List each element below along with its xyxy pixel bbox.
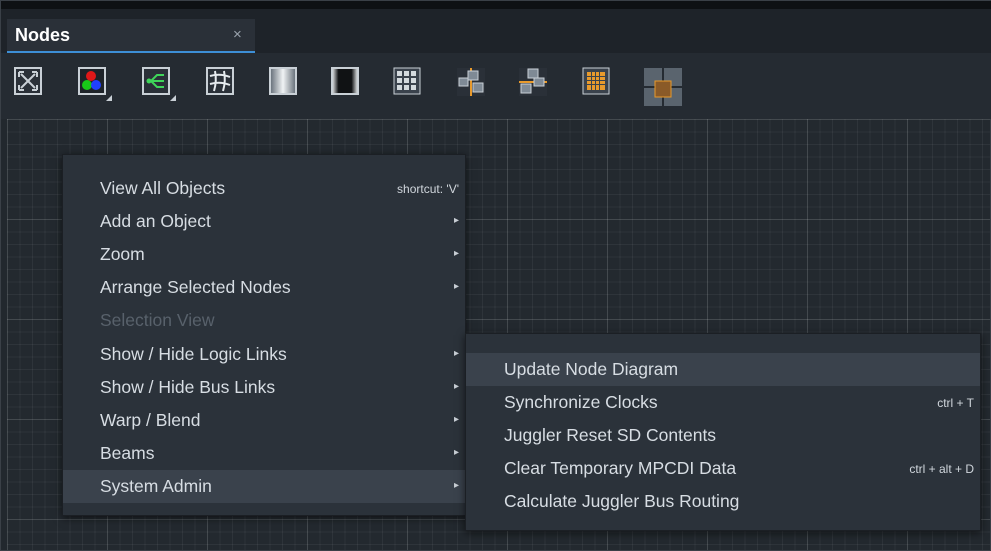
submenu-arrow-icon: ▸ bbox=[453, 348, 459, 359]
shortcut-hint: shortcut: 'V' bbox=[397, 182, 459, 196]
menu-item-selection-view: Selection View bbox=[63, 304, 465, 337]
submenu-arrow-icon: ▸ bbox=[453, 480, 459, 491]
submenu-arrow-icon: ▸ bbox=[453, 281, 459, 292]
menu-item-label: Update Node Diagram bbox=[504, 359, 679, 379]
warp-grid-icon[interactable] bbox=[206, 67, 234, 95]
shortcut-hint: ctrl + T bbox=[937, 396, 974, 410]
menu-item-label: Warp / Blend bbox=[100, 410, 201, 430]
menu-item-label: Synchronize Clocks bbox=[504, 392, 658, 412]
menu-item-arrange-selected-nodes[interactable]: Arrange Selected Nodes ▸ bbox=[63, 271, 465, 304]
submenu-item-clear-temporary-mpcdi-data[interactable]: Clear Temporary MPCDI Data ctrl + alt + … bbox=[466, 452, 980, 485]
submenu-arrow-icon: ▸ bbox=[453, 381, 459, 392]
menu-item-label: Clear Temporary MPCDI Data bbox=[504, 458, 737, 478]
submenu-arrow-icon: ▸ bbox=[453, 447, 459, 458]
close-icon[interactable]: × bbox=[233, 26, 242, 43]
menu-item-label: Zoom bbox=[100, 244, 145, 264]
menu-item-label: Calculate Juggler Bus Routing bbox=[504, 491, 740, 511]
submenu-item-update-node-diagram[interactable]: Update Node Diagram bbox=[466, 353, 980, 386]
blend-gradient-icon[interactable] bbox=[269, 67, 297, 95]
menu-item-label: Arrange Selected Nodes bbox=[100, 277, 291, 297]
menu-item-label: Beams bbox=[100, 443, 155, 463]
rgb-color-icon[interactable] bbox=[78, 67, 112, 101]
submenu-item-synchronize-clocks[interactable]: Synchronize Clocks ctrl + T bbox=[466, 386, 980, 419]
dot-matrix-icon[interactable] bbox=[582, 67, 610, 95]
menu-item-view-all-objects[interactable]: View All Objects shortcut: 'V' bbox=[63, 172, 465, 205]
top-strip bbox=[1, 1, 991, 9]
menu-item-zoom[interactable]: Zoom ▸ bbox=[63, 238, 465, 271]
menu-item-label: Juggler Reset SD Contents bbox=[504, 425, 717, 445]
system-admin-submenu: Update Node Diagram Synchronize Clocks c… bbox=[465, 333, 981, 531]
tile-layout-icon[interactable] bbox=[643, 67, 682, 106]
submenu-item-calculate-juggler-bus-routing[interactable]: Calculate Juggler Bus Routing bbox=[466, 485, 980, 518]
menu-item-beams[interactable]: Beams ▸ bbox=[63, 437, 465, 470]
tab-title: Nodes bbox=[15, 25, 71, 45]
menu-item-show-hide-logic-links[interactable]: Show / Hide Logic Links ▸ bbox=[63, 338, 465, 371]
menu-item-system-admin[interactable]: System Admin ▸ bbox=[63, 470, 465, 503]
menu-item-label: View All Objects bbox=[100, 178, 226, 198]
menu-item-label: Add an Object bbox=[100, 211, 211, 231]
submenu-arrow-icon: ▸ bbox=[453, 248, 459, 259]
submenu-item-juggler-reset-sd-contents[interactable]: Juggler Reset SD Contents bbox=[466, 419, 980, 452]
tab-bar: Nodes × bbox=[1, 9, 991, 54]
menu-item-warp-blend[interactable]: Warp / Blend ▸ bbox=[63, 404, 465, 437]
menu-item-label: Show / Hide Bus Links bbox=[100, 377, 276, 397]
node-align-icon[interactable] bbox=[456, 67, 485, 96]
submenu-arrow-icon: ▸ bbox=[453, 215, 459, 226]
menu-item-label: Show / Hide Logic Links bbox=[100, 344, 287, 364]
tab-nodes[interactable]: Nodes × bbox=[7, 19, 255, 53]
shortcut-hint: ctrl + alt + D bbox=[909, 462, 974, 476]
toolbar bbox=[1, 53, 991, 119]
fit-view-icon[interactable] bbox=[14, 67, 42, 95]
bus-routing-icon[interactable] bbox=[518, 67, 547, 96]
menu-item-label: Selection View bbox=[100, 310, 215, 330]
submenu-arrow-icon: ▸ bbox=[453, 414, 459, 425]
menu-item-label: System Admin bbox=[100, 476, 212, 496]
menu-item-show-hide-bus-links[interactable]: Show / Hide Bus Links ▸ bbox=[63, 371, 465, 404]
menu-item-add-an-object[interactable]: Add an Object ▸ bbox=[63, 205, 465, 238]
grid-layout-icon[interactable] bbox=[393, 67, 421, 95]
context-menu: View All Objects shortcut: 'V' Add an Ob… bbox=[62, 154, 466, 516]
dark-gradient-icon[interactable] bbox=[331, 67, 359, 95]
tree-links-icon[interactable] bbox=[142, 67, 176, 101]
